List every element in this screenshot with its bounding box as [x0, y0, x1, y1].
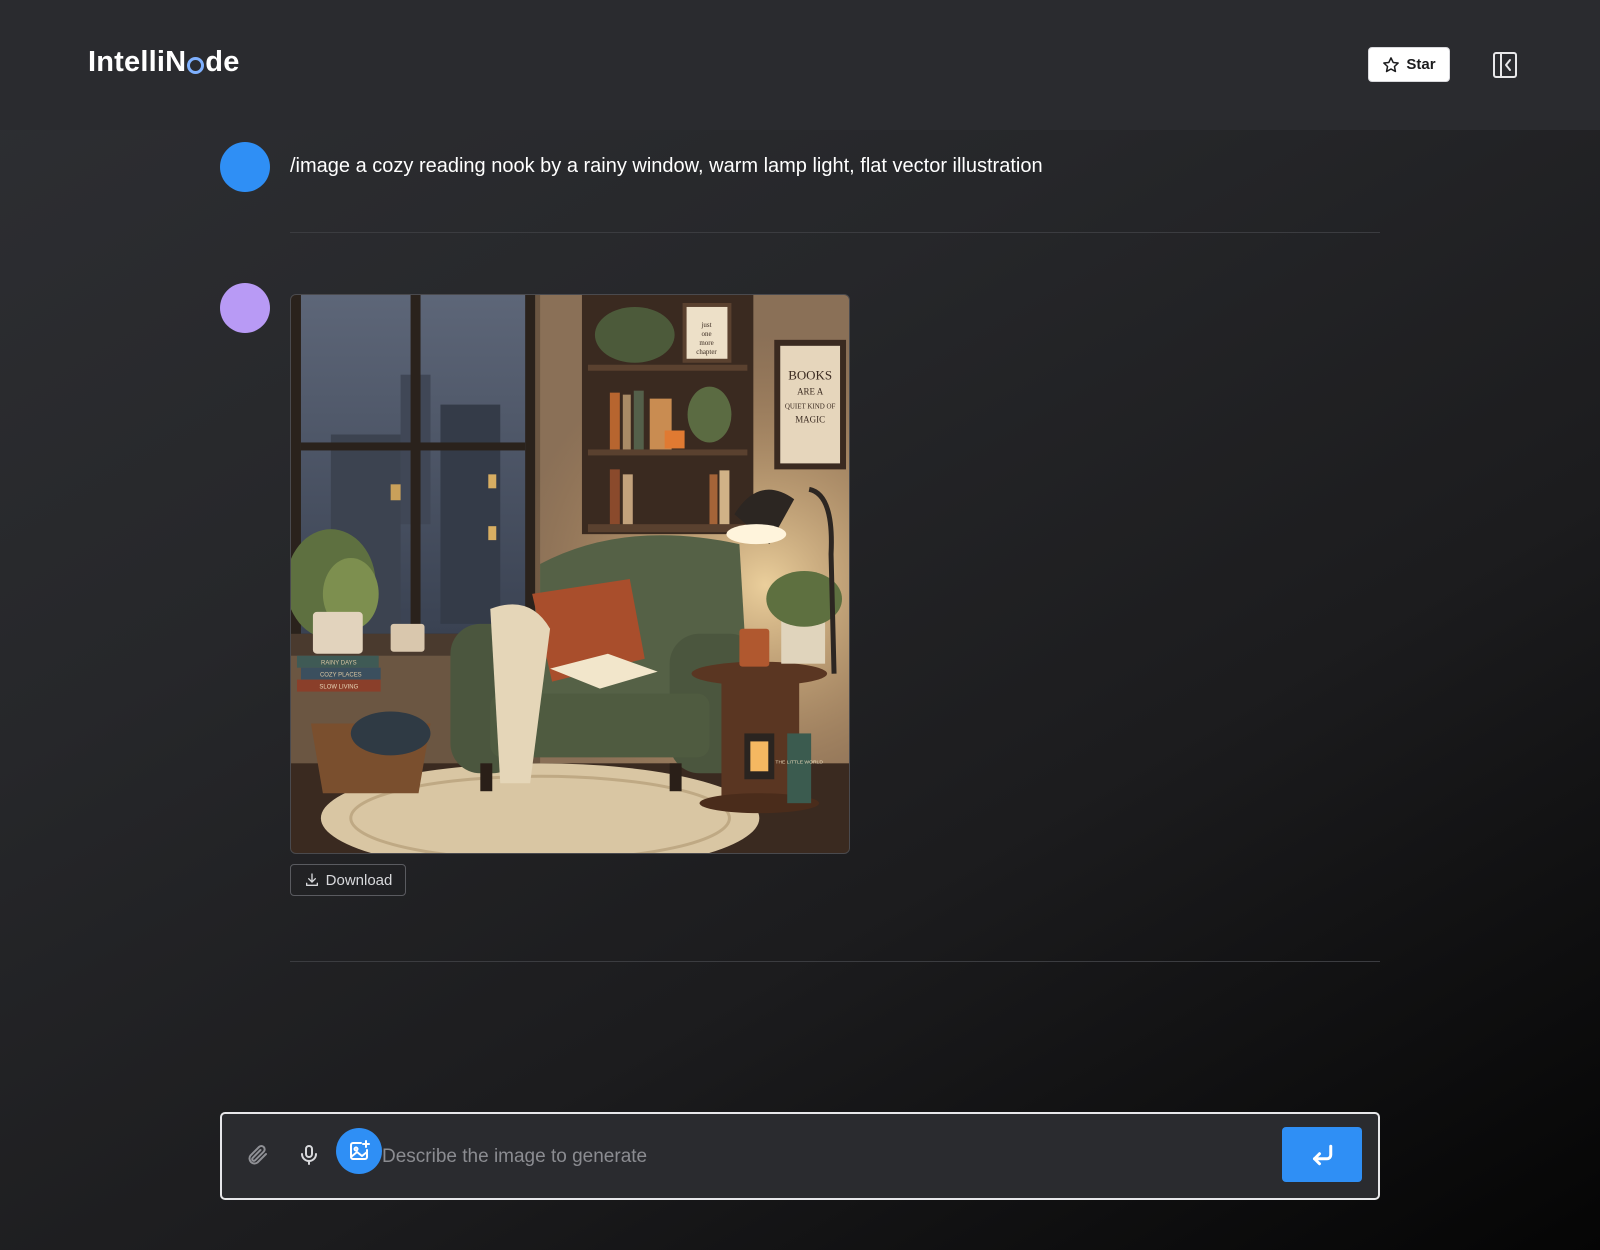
sign-text-line1: BOOKS	[788, 368, 832, 383]
user-avatar	[220, 142, 270, 192]
star-icon	[1383, 56, 1400, 72]
download-button[interactable]: Download	[290, 864, 406, 896]
frame-text-line2: one	[701, 330, 711, 338]
image-mode-button[interactable]	[336, 1128, 382, 1174]
book-spine-1: RAINY DAYS	[321, 661, 357, 667]
sidebar-toggle-button[interactable]	[1490, 50, 1520, 80]
paperclip-icon	[248, 1145, 267, 1165]
book-spine-2: COZY PLACES	[320, 673, 362, 679]
microphone-button[interactable]	[292, 1138, 326, 1172]
assistant-avatar	[220, 283, 270, 333]
attach-button[interactable]	[240, 1138, 274, 1172]
user-prompt-text: /image a cozy reading nook by a rainy wi…	[290, 155, 1043, 177]
prompt-composer	[220, 1112, 1380, 1200]
sign-text-line4: MAGIC	[795, 415, 825, 425]
star-button[interactable]: Star	[1368, 47, 1450, 82]
star-button-label: Star	[1406, 56, 1436, 73]
image-add-icon	[350, 1140, 370, 1160]
side-book-text: THE LITTLE WORLD	[775, 759, 823, 765]
send-button[interactable]	[1282, 1127, 1362, 1182]
prompt-input[interactable]	[382, 1138, 1262, 1176]
app-logo[interactable]: IntelliN de	[88, 46, 240, 79]
logo-text-start: IntelliN	[88, 46, 187, 78]
enter-icon	[1313, 1144, 1333, 1165]
reading-nook-illustration: just one more chapter BOOKS ARE A QUIET …	[291, 295, 849, 853]
logo-node-icon	[187, 57, 205, 74]
message-divider	[290, 232, 1380, 233]
frame-text-line1: just	[700, 321, 711, 329]
app-header: IntelliN de Star	[0, 0, 1600, 130]
sidebar-collapse-icon	[1493, 52, 1517, 78]
microphone-icon	[301, 1145, 317, 1165]
message-divider	[290, 961, 1380, 962]
download-button-label: Download	[325, 871, 393, 889]
generated-image[interactable]: just one more chapter BOOKS ARE A QUIET …	[290, 294, 850, 854]
frame-text-line3: more	[699, 339, 713, 347]
logo-text-end: de	[205, 46, 240, 78]
sign-text-line3: QUIET KIND OF	[785, 403, 836, 411]
book-spine-3: SLOW LIVING	[319, 685, 358, 691]
sign-text-line2: ARE A	[797, 387, 824, 397]
download-icon	[305, 873, 318, 886]
frame-text-line4: chapter	[696, 348, 717, 356]
